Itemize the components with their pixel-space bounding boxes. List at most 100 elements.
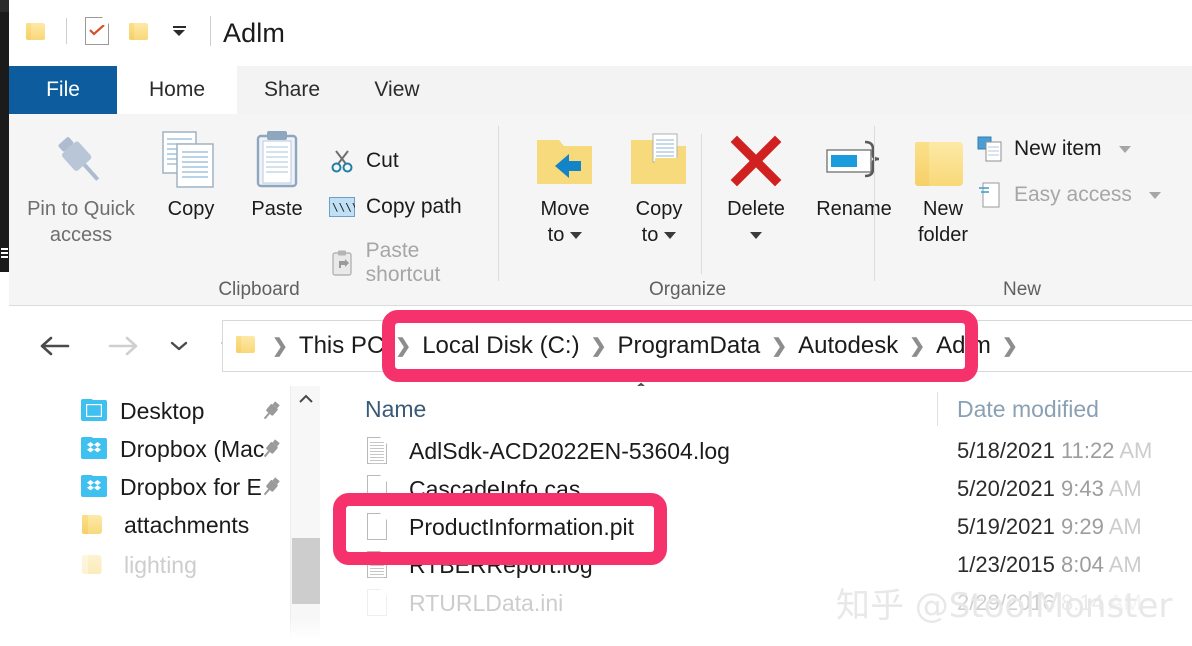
customize-dropdown-icon[interactable] <box>162 14 196 48</box>
breadcrumb-this-pc[interactable]: This PC <box>299 332 384 360</box>
new-folder-label-line2: folder <box>917 224 969 246</box>
folder-icon <box>81 553 107 577</box>
column-header-date-modified[interactable]: Date modified <box>957 396 1099 423</box>
pin-icon[interactable] <box>260 438 282 460</box>
generic-file-icon <box>365 588 391 618</box>
nav-item-attachments[interactable]: attachments <box>9 506 290 544</box>
paste-button[interactable]: Paste <box>237 128 317 222</box>
breadcrumb-separator: ❯ <box>395 335 412 357</box>
table-row-product-information[interactable]: ProductInformation.pit 5/19/2021 9:29 AM <box>321 508 1192 546</box>
chevron-down-icon[interactable] <box>750 232 762 240</box>
generic-file-icon <box>365 512 391 542</box>
ribbon-group-new: New folder New item Easy access New <box>877 114 1192 306</box>
paste-shortcut-icon <box>329 250 355 276</box>
file-name: RTBERReport.log <box>409 551 593 578</box>
properties-icon[interactable] <box>80 14 114 48</box>
address-folder-icon <box>235 333 257 360</box>
move-to-button[interactable]: Move to <box>517 128 613 248</box>
pin-to-quick-access-button[interactable]: Pin to Quick access <box>17 128 145 248</box>
new-folder-icon[interactable] <box>122 14 156 48</box>
copy-to-button[interactable]: Copy to <box>611 128 707 248</box>
address-bar[interactable]: ❯ This PC ❯ Local Disk (C:) ❯ ProgramDat… <box>222 320 1192 372</box>
easy-access-button[interactable]: Easy access <box>977 182 1161 208</box>
file-time-value: 9:29 <box>1061 514 1104 539</box>
nav-item-dropbox-mac[interactable]: Dropbox (Mac <box>9 430 290 468</box>
nav-pane-scrollbar[interactable] <box>290 386 320 646</box>
file-name: ProductInformation.pit <box>409 513 635 540</box>
copy-path-label: Copy path <box>366 195 462 218</box>
breadcrumb-autodesk[interactable]: Autodesk <box>798 332 898 360</box>
log-file-icon <box>365 550 391 580</box>
tab-file[interactable]: File <box>9 66 117 114</box>
easy-access-label: Easy access <box>1014 183 1132 206</box>
breadcrumb-programdata[interactable]: ProgramData <box>617 332 760 360</box>
chevron-down-icon[interactable] <box>664 232 677 240</box>
cut-label: Cut <box>366 149 399 172</box>
table-row[interactable]: CascadeInfo.cas 5/20/2021 9:43 AM <box>321 470 1192 508</box>
breadcrumb-separator: ❯ <box>909 335 926 357</box>
scroll-up-icon[interactable] <box>291 386 321 412</box>
window-left-edge-top <box>0 0 9 12</box>
file-time-value: 11:22 <box>1061 438 1115 463</box>
file-ampm-value: AM <box>1108 552 1142 577</box>
chevron-down-icon[interactable] <box>1148 191 1161 199</box>
scrollbar-thumb[interactable] <box>292 538 320 604</box>
window-menu-icon[interactable] <box>0 246 9 260</box>
file-date-value: 5/20/2021 <box>957 476 1055 501</box>
copy-to-label-line2: to <box>641 224 659 246</box>
chevron-down-icon[interactable] <box>1118 145 1131 153</box>
tab-share[interactable]: Share <box>237 66 347 114</box>
delete-button[interactable]: Delete <box>707 128 805 248</box>
easy-access-icon <box>977 182 1003 208</box>
nav-item-dropbox-business[interactable]: Dropbox for E <box>9 468 290 506</box>
ribbon: Pin to Quick access Copy Paste Cut \\\ C… <box>9 114 1192 306</box>
new-item-icon <box>977 136 1003 162</box>
ribbon-group-organize: Move to Copy to Delete Rename Organize <box>501 114 892 306</box>
tab-view[interactable]: View <box>347 66 447 114</box>
file-name: AdlSdk-ACD2022EN-53604.log <box>409 437 730 464</box>
forward-button[interactable] <box>99 326 147 366</box>
breadcrumb-adlm[interactable]: Adlm <box>936 332 991 360</box>
copy-icon <box>149 128 233 190</box>
nav-item-label: Dropbox (Mac <box>120 435 265 462</box>
check-glyph <box>89 25 105 36</box>
nav-item-desktop[interactable]: Desktop <box>9 392 290 430</box>
new-item-label: New item <box>1014 137 1102 160</box>
move-to-label-line1: Move <box>540 198 590 220</box>
group-divider-2 <box>874 126 875 281</box>
copy-to-icon <box>611 128 707 190</box>
ribbon-group-clipboard: Pin to Quick access Copy Paste Cut \\\ C… <box>9 114 499 306</box>
copy-button[interactable]: Copy <box>149 128 233 222</box>
file-date: 5/18/2021 11:22 AM <box>957 438 1152 464</box>
copy-label: Copy <box>167 198 215 220</box>
breadcrumb-local-disk[interactable]: Local Disk (C:) <box>422 332 579 360</box>
column-divider[interactable] <box>937 392 938 426</box>
group-divider-1 <box>498 126 499 281</box>
copy-path-button[interactable]: \\\\... Copy path <box>329 194 462 220</box>
ribbon-tabstrip: File Home Share View <box>9 66 1192 114</box>
group-inner-divider <box>701 134 702 274</box>
pin-label-line2: access <box>49 224 113 246</box>
file-time-value: 9:43 <box>1061 476 1104 501</box>
quick-access-toolbar <box>19 14 227 48</box>
table-row[interactable]: AdlSdk-ACD2022EN-53604.log 5/18/2021 11:… <box>321 432 1192 470</box>
nav-item-lighting[interactable]: lighting <box>9 546 290 584</box>
nav-item-label: Desktop <box>120 397 205 424</box>
recent-locations-button[interactable] <box>161 326 197 366</box>
cut-button[interactable]: Cut <box>329 148 399 174</box>
file-date-value: 5/19/2021 <box>957 514 1055 539</box>
back-button[interactable] <box>31 326 79 366</box>
column-header-name[interactable]: Name <box>365 396 426 423</box>
tab-home[interactable]: Home <box>117 66 237 114</box>
copy-to-label-line1: Copy <box>635 198 683 220</box>
navigation-pane: Desktop Dropbox (Mac Dropbox for E attac… <box>9 386 290 646</box>
new-item-button[interactable]: New item <box>977 136 1131 162</box>
breadcrumb-separator: ❯ <box>590 335 607 357</box>
chevron-down-icon[interactable] <box>570 232 583 240</box>
pin-icon[interactable] <box>260 476 282 498</box>
folder-icon[interactable] <box>19 14 53 48</box>
file-ampm-value: AM <box>1108 476 1142 501</box>
svg-text:\\\\...: \\\\... <box>332 201 355 214</box>
qat-divider <box>66 18 67 44</box>
pin-icon[interactable] <box>260 400 282 422</box>
